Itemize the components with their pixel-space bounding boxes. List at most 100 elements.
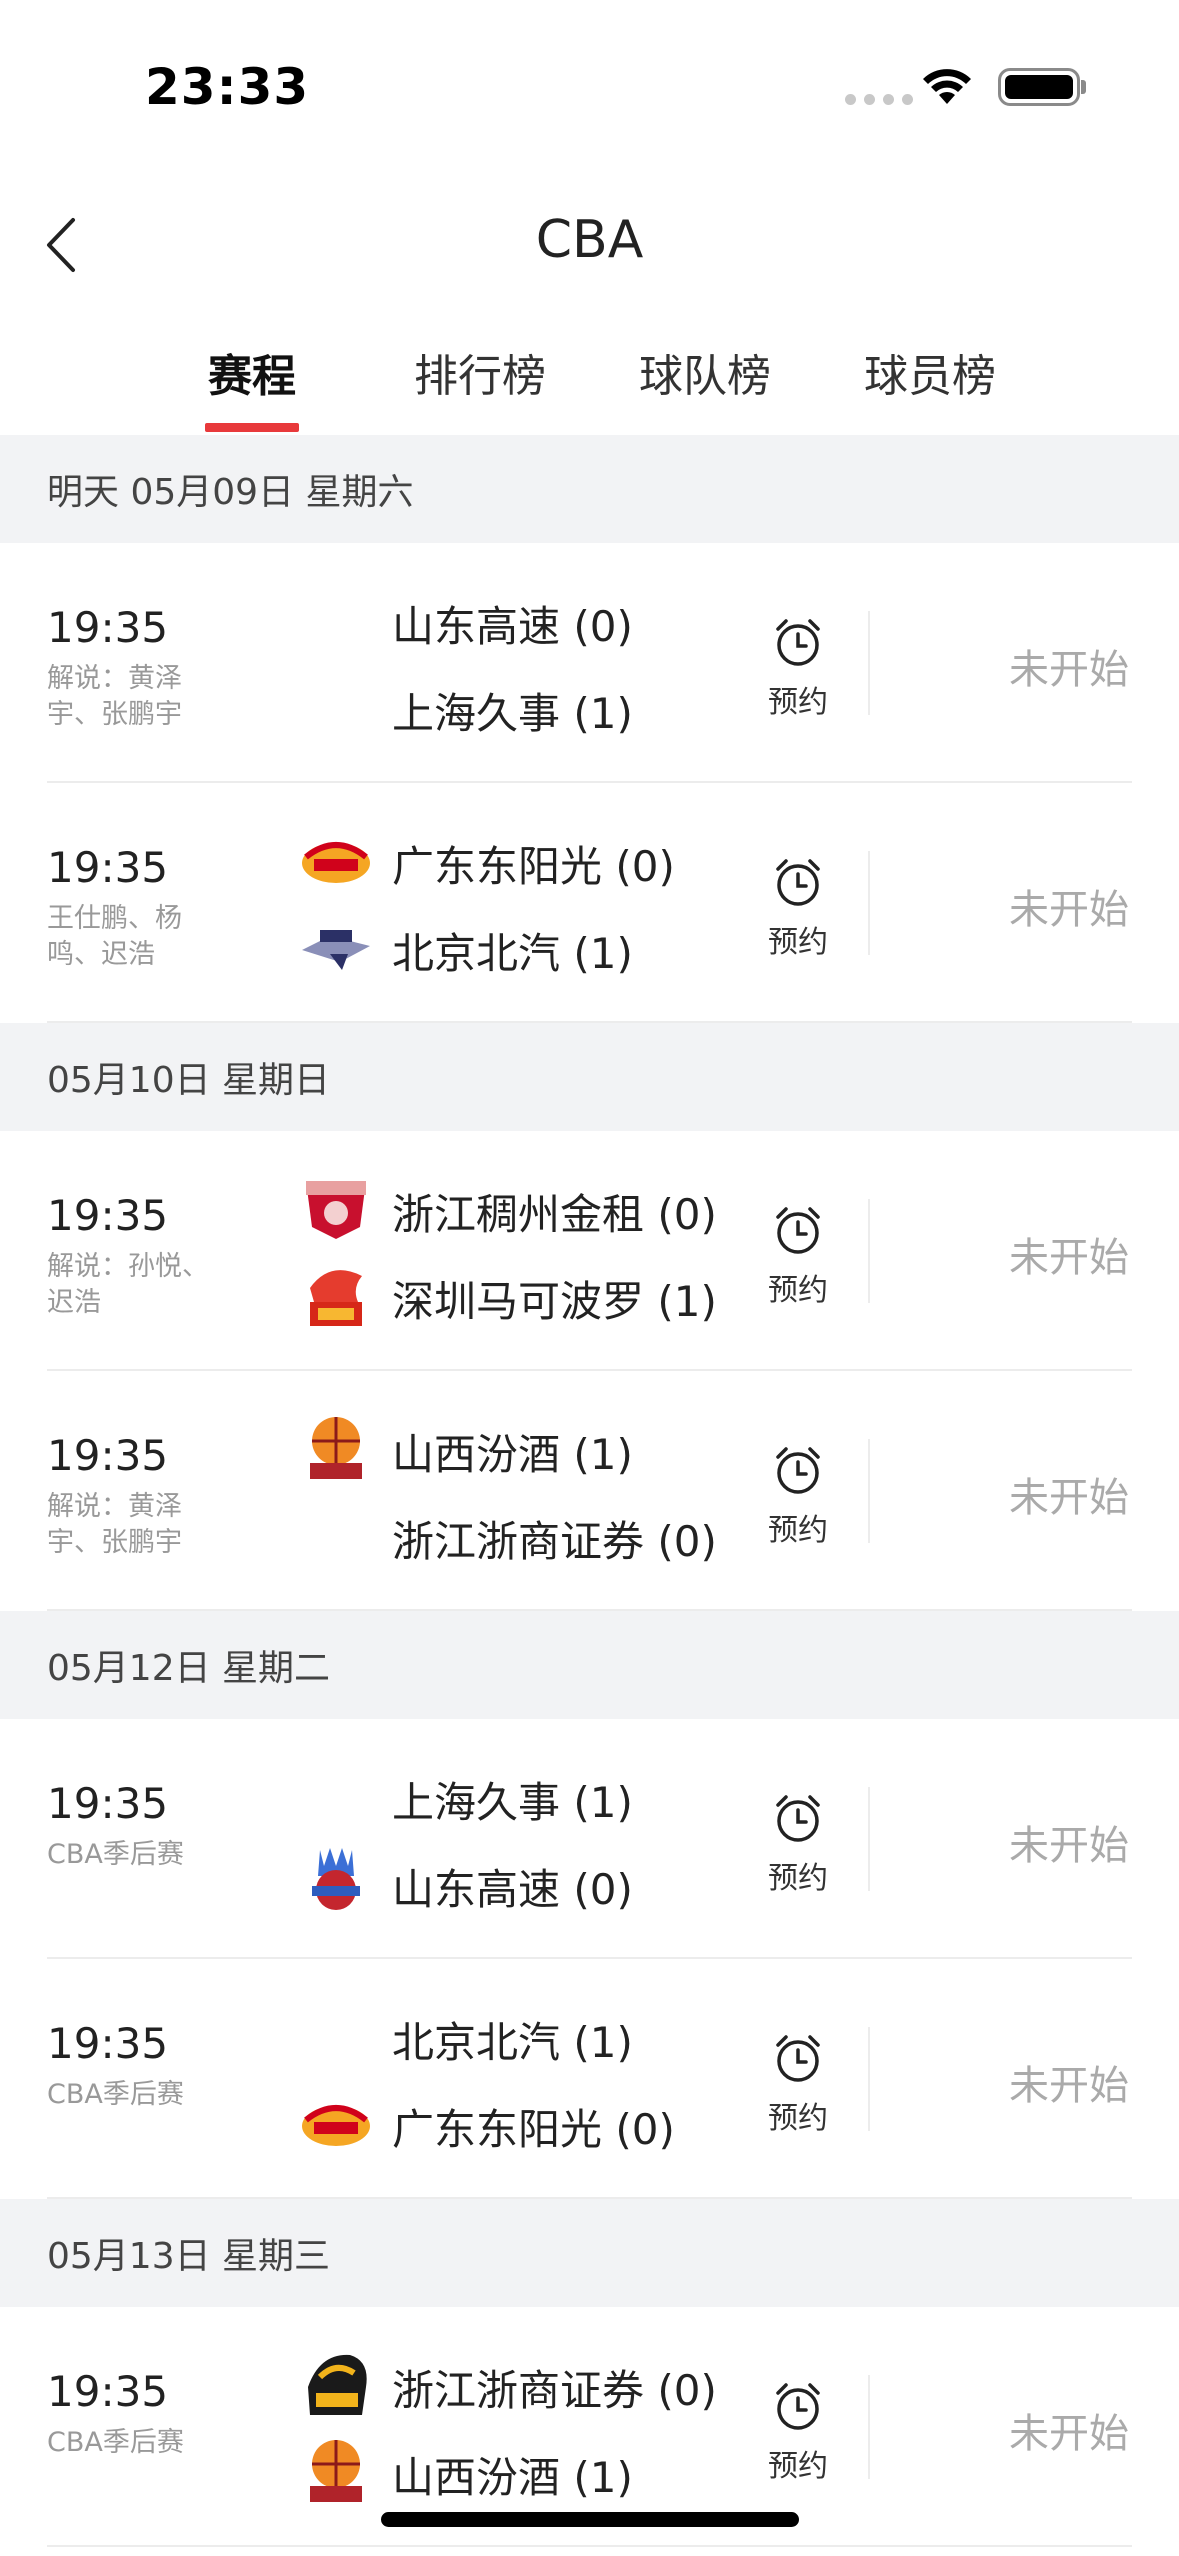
remind-label: 预约	[768, 1513, 828, 1548]
away-team-name: 上海久事 (1)	[392, 689, 633, 738]
vertical-divider	[868, 1787, 870, 1891]
tab-standings[interactable]: 排行榜	[405, 340, 555, 404]
home-team-name: 山东高速 (0)	[392, 602, 633, 651]
date-header: 05月10日 星期日	[0, 1023, 1179, 1131]
remind-label: 预约	[768, 2449, 828, 2484]
row-divider	[47, 1021, 1132, 1023]
zhejiang-logo	[300, 2347, 372, 2419]
shenzhen-logo	[300, 1258, 372, 1330]
away-team-name: 北京北汽 (1)	[392, 929, 633, 978]
alarm-clock-icon	[755, 2379, 841, 2439]
match-status: 未开始	[1009, 1475, 1129, 1521]
navigation-bar: CBA	[0, 175, 1179, 305]
match-subtitle: CBA季后赛	[47, 1839, 184, 1870]
date-header: 明天 05月09日 星期六	[0, 435, 1179, 543]
remind-button[interactable]: 预约	[755, 2379, 841, 2485]
alarm-clock-icon	[755, 1791, 841, 1851]
alarm-clock-icon	[755, 1203, 841, 1263]
status-time: 23:33	[145, 58, 310, 116]
shandong-logo	[300, 1846, 372, 1918]
vertical-divider	[868, 1439, 870, 1543]
guangdong-logo	[300, 823, 372, 895]
cellular-signal-icon	[845, 94, 913, 105]
away-team-name: 浙江浙商证券 (0)	[392, 1517, 717, 1566]
zhejiang-guangsha-logo	[300, 1171, 372, 1243]
remind-button[interactable]: 预约	[755, 2031, 841, 2137]
date-header: 05月12日 星期二	[0, 1611, 1179, 1719]
match-row[interactable]: 19:35 王仕鹏、杨鸣、迟浩 广东东阳光 (0) 北京北汽 (1) 预约 未开始	[0, 783, 1179, 1023]
remind-label: 预约	[768, 685, 828, 720]
match-time: 19:35	[47, 1191, 169, 1240]
match-row[interactable]: 19:35 解说：黄泽宇、张鹏宇 山西汾酒 (1) 浙江浙商证券 (0) 预约 未开始	[0, 1371, 1179, 1611]
wifi-icon	[923, 69, 971, 104]
match-status: 未开始	[1009, 2411, 1129, 2457]
match-subtitle: 解说：孙悦、迟浩	[47, 1251, 209, 1318]
match-time: 19:35	[47, 1779, 169, 1828]
vertical-divider	[868, 611, 870, 715]
beijing-logo	[300, 910, 372, 982]
alarm-clock-icon	[755, 1443, 841, 1503]
away-team-name: 广东东阳光 (0)	[392, 2105, 675, 2154]
date-header: 05月13日 星期三	[0, 2199, 1179, 2307]
tab-player-rankings[interactable]: 球员榜	[855, 340, 1005, 404]
shanxi-logo	[300, 1411, 372, 1483]
match-status: 未开始	[1009, 2063, 1129, 2109]
guangdong-logo	[300, 2086, 372, 2158]
home-team-name: 上海久事 (1)	[392, 1778, 633, 1827]
remind-button[interactable]: 预约	[755, 615, 841, 721]
vertical-divider	[868, 851, 870, 955]
home-indicator	[381, 2512, 799, 2527]
match-row[interactable]: 19:35 解说：黄泽宇、张鹏宇 山东高速 (0) 上海久事 (1) 预约 未开始	[0, 543, 1179, 783]
home-team-name: 北京北汽 (1)	[392, 2018, 633, 2067]
match-row[interactable]: 19:35 CBA季后赛 浙江浙商证券 (0) 山西汾酒 (1) 预约 未开始	[0, 2307, 1179, 2547]
away-team-name: 山西汾酒 (1)	[392, 2453, 633, 2502]
match-status: 未开始	[1009, 1823, 1129, 1869]
match-subtitle: 解说：黄泽宇、张鹏宇	[47, 663, 182, 730]
match-time: 19:35	[47, 2367, 169, 2416]
match-subtitle: CBA季后赛	[47, 2427, 184, 2458]
remind-button[interactable]: 预约	[755, 1791, 841, 1897]
home-team-name: 浙江稠州金租 (0)	[392, 1190, 717, 1239]
row-divider	[47, 1609, 1132, 1611]
remind-button[interactable]: 预约	[755, 855, 841, 961]
remind-button[interactable]: 预约	[755, 1443, 841, 1549]
vertical-divider	[868, 2027, 870, 2131]
home-team-name: 广东东阳光 (0)	[392, 842, 675, 891]
match-row[interactable]: 19:35 CBA季后赛 北京北汽 (1) 广东东阳光 (0) 预约 未开始	[0, 1959, 1179, 2199]
remind-button[interactable]: 预约	[755, 1203, 841, 1309]
match-status: 未开始	[1009, 647, 1129, 693]
row-divider	[47, 2197, 1132, 2199]
match-time: 19:35	[47, 843, 169, 892]
remind-label: 预约	[768, 925, 828, 960]
active-tab-indicator	[205, 423, 299, 432]
match-status: 未开始	[1009, 887, 1129, 933]
match-row[interactable]: 19:35 CBA季后赛 上海久事 (1) 山东高速 (0) 预约 未开始	[0, 1719, 1179, 1959]
match-subtitle: 王仕鹏、杨鸣、迟浩	[47, 903, 182, 970]
match-time: 19:35	[47, 1431, 169, 1480]
vertical-divider	[868, 2375, 870, 2479]
remind-label: 预约	[768, 1861, 828, 1896]
page-title: CBA	[535, 210, 644, 270]
status-bar: 23:33	[0, 0, 1179, 175]
remind-label: 预约	[768, 2101, 828, 2136]
away-team-name: 深圳马可波罗 (1)	[392, 1277, 717, 1326]
match-time: 19:35	[47, 603, 169, 652]
alarm-clock-icon	[755, 615, 841, 675]
tab-bar: 赛程 排行榜 球队榜 球员榜	[0, 305, 1179, 435]
match-row[interactable]: 19:35 解说：孙悦、迟浩 浙江稠州金租 (0) 深圳马可波罗 (1) 预约 未开始	[0, 1131, 1179, 1371]
tab-team-rankings[interactable]: 球队榜	[630, 340, 780, 404]
battery-icon	[998, 68, 1080, 106]
home-team-name: 浙江浙商证券 (0)	[392, 2366, 717, 2415]
alarm-clock-icon	[755, 2031, 841, 2091]
battery-cap	[1081, 80, 1086, 94]
match-subtitle: 解说：黄泽宇、张鹏宇	[47, 1491, 182, 1558]
shanxi-logo	[300, 2434, 372, 2506]
match-status: 未开始	[1009, 1235, 1129, 1281]
vertical-divider	[868, 1199, 870, 1303]
away-team-name: 山东高速 (0)	[392, 1865, 633, 1914]
tab-schedule[interactable]: 赛程	[205, 340, 299, 404]
match-time: 19:35	[47, 2019, 169, 2068]
home-team-name: 山西汾酒 (1)	[392, 1430, 633, 1479]
schedule-list: 明天 05月09日 星期六 19:35 解说：黄泽宇、张鹏宇 山东高速 (0) 上海久事…	[0, 435, 1179, 2547]
alarm-clock-icon	[755, 855, 841, 915]
